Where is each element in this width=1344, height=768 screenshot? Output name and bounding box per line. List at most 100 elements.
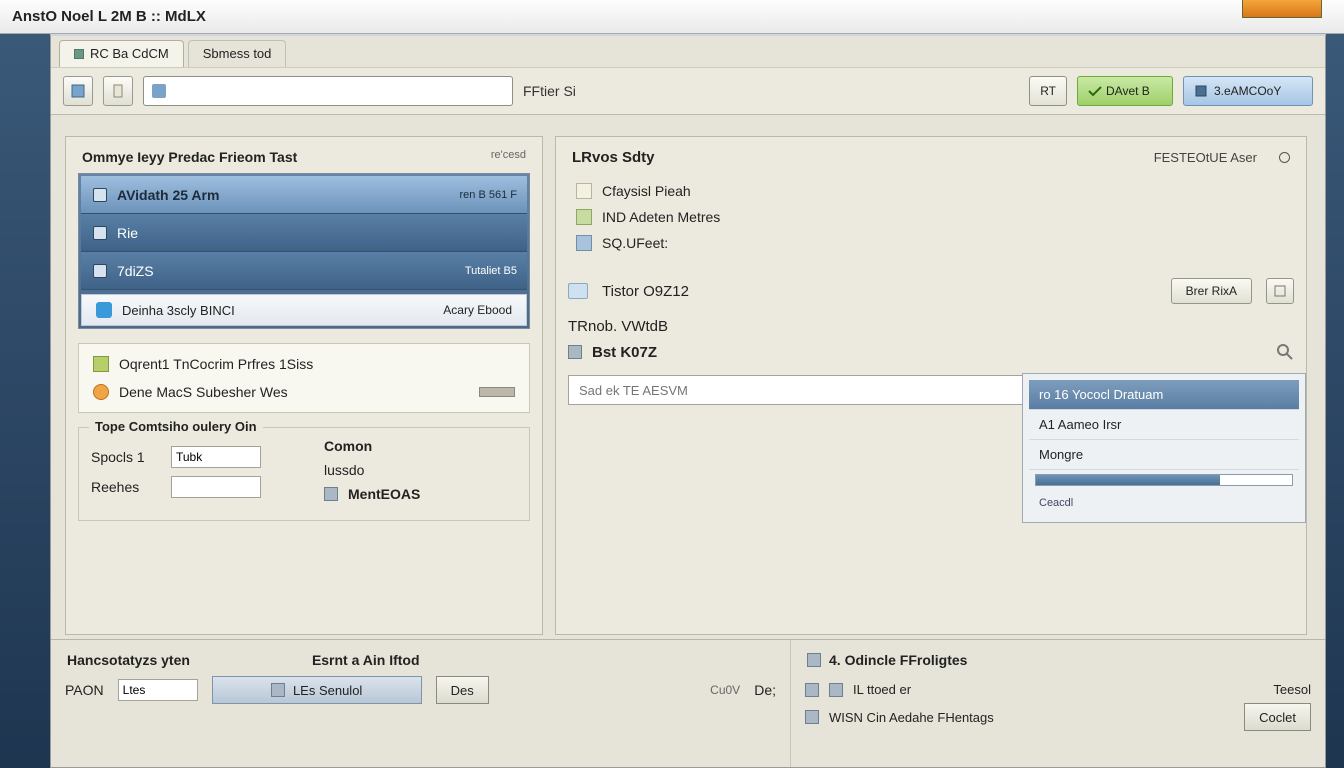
rt-button[interactable]: RT xyxy=(1029,76,1067,106)
module-icon xyxy=(807,653,821,667)
seg-button[interactable]: LEs Senulol xyxy=(212,676,422,704)
form-group-title: Tope Comtsiho oulery Oin xyxy=(89,419,263,434)
list-icon xyxy=(271,683,285,697)
tab-secondary-label: Sbmess tod xyxy=(203,46,272,61)
link-row-0[interactable]: Oqrent1 TnCocrim Prfres 1Siss xyxy=(87,350,521,378)
memory-button[interactable]: 3.eAMCOoY xyxy=(1183,76,1313,106)
right-head-left: LRvos Sdty xyxy=(572,149,655,166)
left-panel-meta: re'cesd xyxy=(491,149,526,165)
toolbar-btn-1[interactable] xyxy=(63,76,93,106)
nav-item-right: ren B 561 F xyxy=(460,189,517,201)
paon-label: PAON xyxy=(65,682,104,698)
disc-icon xyxy=(93,384,109,400)
doc-icon xyxy=(93,356,109,372)
tree-row-0[interactable]: Cfaysisl Pieah xyxy=(572,178,1290,204)
dez-label: De; xyxy=(754,682,776,698)
reehes-input[interactable] xyxy=(171,476,261,498)
confirm-button-label: DAvet B xyxy=(1106,84,1150,98)
expand-icon xyxy=(96,302,112,318)
spocls-input[interactable] xyxy=(171,446,261,468)
seg-button-label: LEs Senulol xyxy=(293,683,362,698)
mini-label: A1 Aameo Irsr xyxy=(1039,417,1121,432)
form-group: Tope Comtsiho oulery Oin Spocls 1 Reehes xyxy=(78,427,530,521)
bottom-row2-label: WISN Cin Aedahe FHentags xyxy=(829,710,994,725)
close-button[interactable]: Coclet xyxy=(1244,703,1311,731)
bottom-row1-right: Teesol xyxy=(1273,682,1311,697)
mini-label: Mongre xyxy=(1039,447,1083,462)
tab-secondary[interactable]: Sbmess tod xyxy=(188,40,287,67)
mini-progress-label: Ceacdl xyxy=(1029,490,1299,516)
nav-item-0[interactable]: AVidath 25 Arm ren B 561 F xyxy=(81,176,527,214)
toolbar-btn-2[interactable] xyxy=(103,76,133,106)
bottom-left-head2: Esrnt a Ain Iftod xyxy=(312,652,420,668)
nav-item-icon xyxy=(93,226,107,240)
expand-right: Acary Ebood xyxy=(443,303,512,317)
address-bar[interactable] xyxy=(143,76,513,106)
des-label: Des xyxy=(451,683,474,698)
folder-label: Tistor O9Z12 xyxy=(602,283,689,300)
nav-item-right: Tutaliet B5 xyxy=(465,265,517,277)
page-icon xyxy=(576,183,592,199)
mini-panel: ro 16 Yococl Dratuam A1 Aameo Irsr Mongr… xyxy=(1022,373,1306,523)
print-icon xyxy=(568,345,582,359)
badge-label: MentEOAS xyxy=(348,486,420,502)
nav-expand[interactable]: Deinha 3scly BINCI Acary Ebood xyxy=(81,294,527,326)
tree-label: IND Adeten Metres xyxy=(602,209,720,225)
row-icon xyxy=(805,683,819,697)
rt-button-label: RT xyxy=(1040,84,1056,98)
link-row-1[interactable]: Dene MacS Subesher Wes xyxy=(87,378,521,406)
nav-item-icon xyxy=(93,264,107,278)
chip-icon xyxy=(1194,84,1208,98)
form-col2-title: Comon xyxy=(324,438,517,454)
more-icon xyxy=(1274,285,1286,297)
address-icon xyxy=(152,84,166,98)
row-icon xyxy=(805,710,819,724)
note-icon xyxy=(576,209,592,225)
tab-primary-label: RC Ba CdCM xyxy=(90,46,169,61)
tree-row-1[interactable]: IND Adeten Metres xyxy=(572,204,1290,230)
tree-label: Cfaysisl Pieah xyxy=(602,183,691,199)
folder-more-button[interactable] xyxy=(1266,278,1294,304)
check-icon xyxy=(1088,85,1102,97)
bottom-bar: Hancsotatyzs yten Esrnt a Ain Iftod PAON… xyxy=(51,639,1325,767)
bottom-right-head: 4. Odincle FFroligtes xyxy=(829,652,967,668)
app-title: AnstO Noel L 2M B :: MdLX xyxy=(12,8,206,25)
folder-icon xyxy=(568,283,588,299)
nav-item-label: Rie xyxy=(117,225,138,241)
search-icon[interactable] xyxy=(1276,343,1294,361)
memory-button-label: 3.eAMCOoY xyxy=(1214,84,1281,98)
tree-label: SQ.UFeet: xyxy=(602,235,668,251)
expand-label: Deinha 3scly BINCI xyxy=(122,303,235,318)
nav-item-2[interactable]: 7diZS Tutaliet B5 xyxy=(81,252,527,290)
toolbar: FFtier Si RT DAvet B 3.eAMCOoY xyxy=(51,67,1325,115)
row-icon xyxy=(829,683,843,697)
confirm-button[interactable]: DAvet B xyxy=(1077,76,1173,106)
tab-strip: RC Ba CdCM Sbmess tod xyxy=(51,36,1325,67)
card-icon xyxy=(324,487,338,501)
mini-row-1[interactable]: A1 Aameo Irsr xyxy=(1029,410,1299,440)
tree-list: Cfaysisl Pieah IND Adeten Metres SQ.UFee… xyxy=(568,174,1294,260)
folder-action-label: Brer RixA xyxy=(1186,284,1237,298)
link-label: Dene MacS Subesher Wes xyxy=(119,384,288,400)
bst-label: Bst K07Z xyxy=(592,344,657,361)
field-label: Spocls 1 xyxy=(91,449,161,465)
right-head-right: FESTEOtUE Aser xyxy=(1154,150,1257,165)
des-button[interactable]: Des xyxy=(436,676,489,704)
bottom-row1-label: IL ttoed er xyxy=(853,682,911,697)
window-indicator xyxy=(1242,0,1322,18)
right-panel: LRvos Sdty FESTEOtUE Aser Cfaysisl Pieah… xyxy=(555,136,1307,635)
nav-item-1[interactable]: Rie xyxy=(81,214,527,252)
filter-label: FFtier Si xyxy=(523,83,576,99)
link-meter xyxy=(479,387,515,397)
nav-item-label: AVidath 25 Arm xyxy=(117,187,219,203)
mini-row-2[interactable]: Mongre xyxy=(1029,440,1299,470)
tree-row-2[interactable]: SQ.UFeet: xyxy=(572,230,1290,256)
folder-action-button[interactable]: Brer RixA xyxy=(1171,278,1252,304)
field-label: lussdo xyxy=(324,462,394,478)
mini-row-0[interactable]: ro 16 Yococl Dratuam xyxy=(1029,380,1299,410)
mini-progress xyxy=(1035,474,1293,486)
radio-icon[interactable] xyxy=(1279,152,1290,163)
left-panel: Ommye Ieyy Predac Frieom Tast re'cesd AV… xyxy=(65,136,543,635)
tab-primary[interactable]: RC Ba CdCM xyxy=(59,40,184,67)
paon-input[interactable] xyxy=(118,679,198,701)
